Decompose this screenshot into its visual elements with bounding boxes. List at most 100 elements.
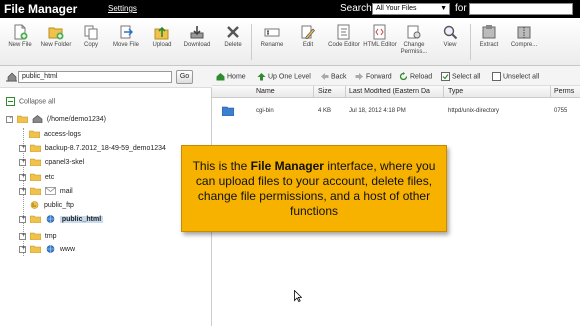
upload-icon [154, 24, 170, 40]
tree-item-label: access-logs [43, 131, 81, 138]
tree-item-access-logs[interactable]: access-logs [28, 129, 81, 140]
compress-icon [516, 24, 532, 40]
change-permissions-label: Change Permiss... [400, 42, 428, 55]
forward-button[interactable]: Forward [355, 72, 392, 81]
rename-button[interactable]: Rename [254, 24, 290, 49]
tree-item-public-html[interactable]: public_html [19, 214, 104, 225]
tree-item-www[interactable]: www [19, 244, 75, 255]
move-file-button[interactable]: Move File [108, 24, 144, 49]
checkbox-empty-icon [492, 72, 501, 81]
web-folder-icon [45, 215, 56, 223]
arrow-right-icon [355, 72, 364, 81]
compress-label: Compre... [510, 42, 538, 48]
expand-toggle-icon[interactable] [19, 143, 27, 152]
extract-button[interactable]: Extract [471, 24, 507, 49]
rename-icon [264, 24, 280, 40]
new-file-button[interactable]: New File [2, 24, 38, 49]
html-editor-button[interactable]: HTML Editor [362, 24, 398, 49]
checkbox-checked-icon [441, 72, 450, 81]
tutorial-callout: This is the File Manager interface, wher… [181, 145, 447, 232]
download-label: Download [183, 42, 211, 48]
reload-button[interactable]: Reload [399, 72, 432, 81]
expand-toggle-icon[interactable] [19, 244, 27, 253]
folder-icon [28, 130, 41, 139]
title-bar: File Manager Settings Search All Your Fi… [0, 0, 580, 18]
expand-toggle-icon[interactable] [19, 186, 27, 195]
folder-icon [29, 158, 42, 167]
folder-icon [29, 232, 42, 241]
edit-icon [300, 24, 316, 40]
view-button[interactable]: View [432, 24, 468, 49]
select-all-label: Select all [452, 73, 481, 81]
html-editor-icon [372, 24, 388, 40]
tree-item-label: etc [44, 174, 55, 181]
cell-size: 4 KB [318, 108, 332, 114]
tree-item-cpanel3-skel[interactable]: cpanel3-skel [19, 157, 84, 168]
up-one-level-label: Up One Level [268, 73, 311, 81]
upload-button[interactable]: Upload [144, 24, 180, 49]
column-header-name[interactable]: Name [256, 88, 275, 95]
extract-icon [481, 24, 497, 40]
select-all-button[interactable]: Select all [441, 72, 480, 81]
tree-item-backup[interactable]: backup-8.7.2012_18-49-59_demo1234 [19, 143, 166, 154]
tree-item-label: tmp [44, 233, 57, 240]
folder-icon [16, 115, 29, 124]
compress-button[interactable]: Compre... [506, 24, 542, 49]
search-input[interactable] [469, 3, 573, 15]
expand-toggle-icon[interactable] [19, 214, 27, 223]
column-header-perms[interactable]: Perms [554, 88, 578, 95]
copy-label: Copy [83, 42, 98, 48]
folder-icon [221, 106, 235, 117]
unselect-all-button[interactable]: Unselect all [492, 72, 539, 81]
new-folder-button[interactable]: New Folder [38, 24, 74, 49]
change-permissions-icon [406, 24, 422, 40]
move-file-label: Move File [112, 42, 139, 48]
back-button[interactable]: Back [320, 72, 347, 81]
code-editor-icon [336, 24, 352, 40]
settings-link[interactable]: Settings [108, 4, 137, 13]
folder-icon [29, 187, 42, 196]
folder-icon [29, 215, 42, 224]
path-input[interactable]: public_html [18, 71, 172, 83]
callout-text-highlight: File Manager [250, 159, 324, 173]
tree-item-mail[interactable]: mail [19, 186, 73, 197]
column-header-last-modified[interactable]: Last Modified (Eastern Da [349, 88, 441, 95]
arrow-up-icon [257, 72, 266, 81]
cell-type: httpd/unix-directory [448, 108, 500, 114]
code-editor-button[interactable]: Code Editor [326, 24, 362, 49]
up-one-level-button[interactable]: Up One Level [257, 72, 311, 81]
copy-button[interactable]: Copy [73, 24, 109, 49]
unselect-all-label: Unselect all [503, 73, 540, 81]
tree-item-etc[interactable]: etc [19, 172, 54, 183]
home-nav-button[interactable]: Home [216, 72, 246, 81]
download-button[interactable]: Download [179, 24, 215, 49]
delete-button[interactable]: Delete [215, 24, 251, 49]
expand-toggle-icon[interactable] [19, 231, 27, 240]
toolbar-divider [251, 24, 252, 60]
expand-toggle-icon[interactable] [19, 157, 27, 166]
column-header-size[interactable]: Size [318, 88, 332, 95]
file-list-header: Name Size Last Modified (Eastern Da Type… [212, 86, 580, 98]
tree-item-label: cpanel3-skel [44, 159, 85, 166]
tree-item-tmp[interactable]: tmp [19, 231, 57, 242]
expand-toggle-icon[interactable] [19, 172, 27, 181]
column-header-type[interactable]: Type [448, 88, 463, 95]
collapse-all-link[interactable]: Collapse all [6, 97, 55, 106]
tree-item-public-ftp[interactable]: public_ftp [29, 200, 74, 211]
table-row[interactable]: cgi-bin 4 KB Jul 18, 2012 4:18 PM httpd/… [212, 101, 580, 121]
change-permissions-button[interactable]: Change Permiss... [396, 24, 432, 56]
view-label: View [443, 42, 457, 48]
go-button[interactable]: Go [176, 70, 193, 84]
collapse-toggle-icon[interactable] [6, 114, 14, 123]
tree-item-home[interactable]: (/home/demo1234) [6, 114, 106, 125]
edit-button[interactable]: Edit [290, 24, 326, 49]
mail-folder-icon [45, 187, 56, 195]
edit-label: Edit [302, 42, 314, 48]
search-scope-value: All Your Files [376, 5, 417, 12]
search-scope-select[interactable]: All Your Files ▼ [372, 3, 450, 15]
folder-icon [29, 245, 42, 254]
app-title: File Manager [4, 2, 78, 16]
tree-item-label: public_html [59, 216, 104, 223]
callout-text-intro: This is the [192, 159, 251, 173]
collapse-icon [6, 97, 15, 106]
